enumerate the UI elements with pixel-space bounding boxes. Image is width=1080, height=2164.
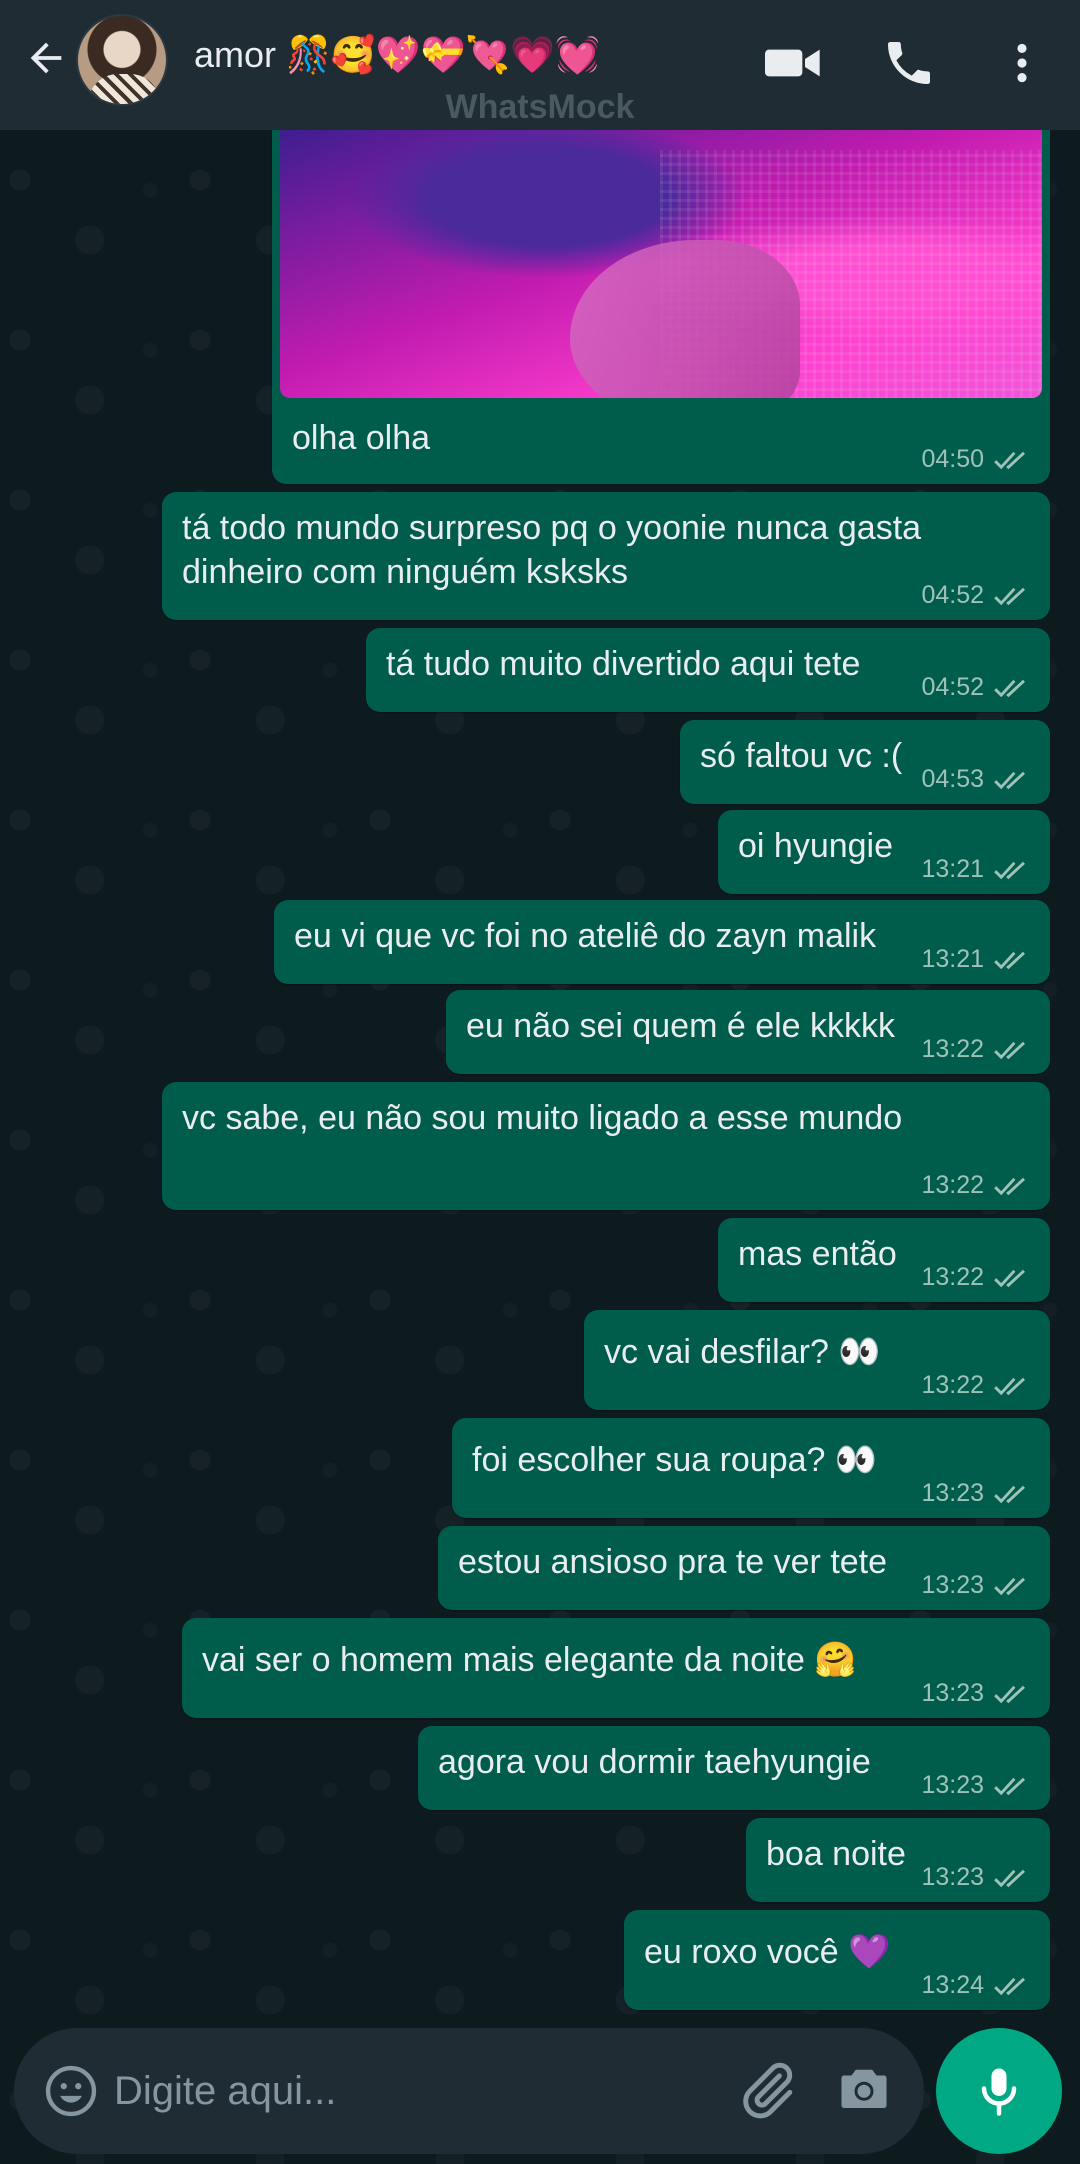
message-time: 04:52 <box>921 581 984 609</box>
message-bubble[interactable]: mas então 13:22 <box>718 1218 1050 1302</box>
message-bubble[interactable]: estou ansioso pra te ver tete 13:23 <box>438 1526 1050 1610</box>
message-text: vc sabe, eu não sou muito ligado a esse … <box>182 1099 903 1137</box>
back-arrow-icon <box>30 42 62 74</box>
message-bubble[interactable]: eu vi que vc foi no ateliê do zayn malik… <box>274 900 1050 984</box>
double-check-icon <box>994 451 1025 469</box>
message-time: 13:22 <box>921 1171 984 1199</box>
double-check-icon <box>994 1577 1025 1595</box>
message-bubble[interactable]: agora vou dormir taehyungie 13:23 <box>418 1726 1050 1810</box>
video-call-button[interactable] <box>760 30 826 96</box>
message-meta: 13:23 <box>921 1571 1032 1600</box>
message-bubble[interactable]: oi hyungie 13:21 <box>718 810 1050 894</box>
message-meta: 13:22 <box>921 1263 1032 1292</box>
message-meta: 13:24 <box>921 1971 1032 2000</box>
message-bubble[interactable]: vc vai desfilar? 👀 13:22 <box>584 1310 1050 1410</box>
message-meta: 13:21 <box>921 945 1032 974</box>
back-button[interactable] <box>18 30 74 86</box>
camera-icon <box>841 2069 887 2108</box>
message-meta: 13:23 <box>921 1479 1032 1508</box>
message-meta: 13:23 <box>921 1863 1032 1892</box>
double-check-icon <box>994 1777 1025 1795</box>
more-vert-icon <box>1017 43 1027 83</box>
attach-button[interactable] <box>734 2058 800 2124</box>
camera-button[interactable] <box>834 2058 900 2124</box>
message-meta: 13:22 <box>921 1035 1032 1064</box>
message-time: 13:22 <box>921 1371 984 1399</box>
message-meta: 13:23 <box>921 1679 1032 1708</box>
message-meta: 04:52 <box>921 673 1032 702</box>
message-time: 13:22 <box>921 1263 984 1291</box>
message-meta: 04:52 <box>921 581 1032 610</box>
message-bubble[interactable]: eu não sei quem é ele kkkkk 13:22 <box>446 990 1050 1074</box>
message-time: 04:53 <box>921 765 984 793</box>
message-input[interactable] <box>114 2058 714 2124</box>
message-time: 13:23 <box>921 1771 984 1799</box>
double-check-icon <box>994 1869 1025 1887</box>
double-check-icon <box>994 1269 1025 1287</box>
message-bubble[interactable]: vc sabe, eu não sou muito ligado a esse … <box>162 1082 1050 1210</box>
message-meta: 04:53 <box>921 765 1032 794</box>
message-time: 13:22 <box>921 1035 984 1063</box>
voice-call-button[interactable] <box>876 30 942 96</box>
double-check-icon <box>994 1377 1025 1395</box>
emoji-button[interactable] <box>42 2062 100 2120</box>
message-time: 13:21 <box>921 945 984 973</box>
double-check-icon <box>994 861 1025 879</box>
message-text: olha olha <box>292 419 431 457</box>
message-image[interactable] <box>280 130 1042 398</box>
message-meta: 04:50 <box>921 445 1032 474</box>
message-bubble[interactable]: só faltou vc :( 04:53 <box>680 720 1050 804</box>
voice-message-button[interactable] <box>936 2028 1062 2154</box>
message-time: 13:23 <box>921 1863 984 1891</box>
emoji-icon <box>45 2065 97 2117</box>
message-bubble[interactable]: tá tudo muito divertido aqui tete 04:52 <box>366 628 1050 712</box>
message-time: 13:24 <box>921 1971 984 1999</box>
message-bubble[interactable]: vai ser o homem mais elegante da noite 🤗… <box>182 1618 1050 1718</box>
double-check-icon <box>994 1485 1025 1503</box>
message-text: eu roxo você 💜 <box>644 1933 891 1971</box>
double-check-icon <box>994 951 1025 969</box>
message-meta: 13:22 <box>921 1171 1032 1200</box>
double-check-icon <box>994 1685 1025 1703</box>
message-time: 04:50 <box>921 445 984 473</box>
message-bubble[interactable]: olha olha 04:50 <box>272 130 1050 484</box>
message-bubble[interactable]: boa noite 13:23 <box>746 1818 1050 1902</box>
chat-header: amor 🎊🥰💖💝💘💗💓 WhatsMock <box>0 0 1080 130</box>
message-time: 13:23 <box>921 1571 984 1599</box>
more-options-button[interactable] <box>990 30 1054 96</box>
double-check-icon <box>994 587 1025 605</box>
message-time: 13:21 <box>921 855 984 883</box>
compose-bar <box>14 2028 924 2154</box>
message-time: 13:23 <box>921 1679 984 1707</box>
paperclip-icon <box>743 2062 793 2119</box>
message-meta: 13:23 <box>921 1771 1032 1800</box>
video-camera-icon <box>765 49 820 77</box>
message-bubble[interactable]: eu roxo você 💜 13:24 <box>624 1910 1050 2010</box>
double-check-icon <box>994 771 1025 789</box>
message-time: 13:23 <box>921 1479 984 1507</box>
message-text: vc vai desfilar? 👀 <box>604 1333 881 1371</box>
phone-icon <box>888 42 930 84</box>
double-check-icon <box>994 1177 1025 1195</box>
message-text: vai ser o homem mais elegante da noite 🤗 <box>202 1641 857 1679</box>
contact-name[interactable]: amor 🎊🥰💖💝💘💗💓 <box>194 34 600 76</box>
microphone-icon <box>981 2068 1017 2116</box>
message-bubble[interactable]: foi escolher sua roupa? 👀 13:23 <box>452 1418 1050 1518</box>
message-meta: 13:21 <box>921 855 1032 884</box>
double-check-icon <box>994 1041 1025 1059</box>
message-time: 04:52 <box>921 673 984 701</box>
message-meta: 13:22 <box>921 1371 1032 1400</box>
double-check-icon <box>994 679 1025 697</box>
message-text: foi escolher sua roupa? 👀 <box>472 1441 878 1479</box>
message-bubble[interactable]: tá todo mundo surpreso pq o yoonie nunca… <box>162 492 1050 620</box>
message-text: eu vi que vc foi no ateliê do zayn malik <box>294 917 877 955</box>
message-list[interactable]: olha olha 04:50 tá todo mundo surpreso p… <box>0 130 1080 2020</box>
message-text: tá todo mundo surpreso pq o yoonie nunca… <box>182 509 922 591</box>
double-check-icon <box>994 1977 1025 1995</box>
